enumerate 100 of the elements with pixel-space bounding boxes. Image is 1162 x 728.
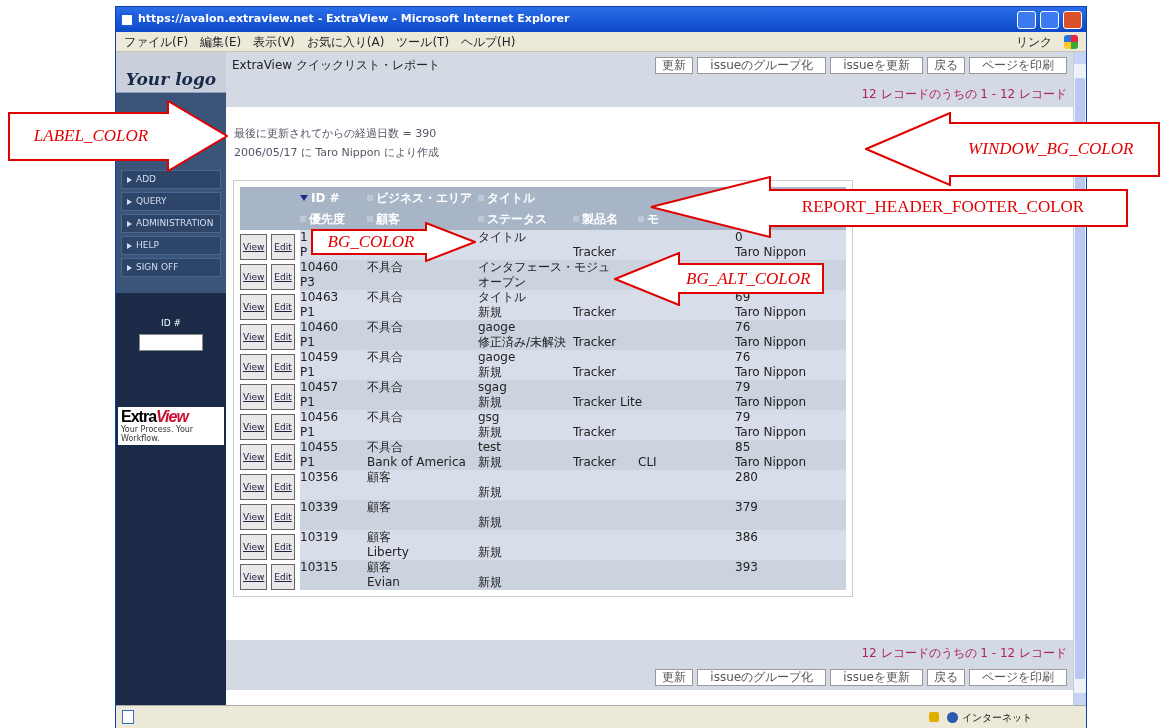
table-cell: P (300, 245, 308, 259)
toolbar-button[interactable]: issueのグループ化 (697, 669, 827, 686)
table-cell: 修正済み/未解決 (478, 335, 567, 349)
sidebar-item[interactable]: HELP (121, 236, 221, 255)
sidebar-item[interactable]: QUERY (121, 192, 221, 211)
info-text: 最後に更新されてからの経過日数 = 390 (234, 127, 437, 140)
menu-item[interactable]: ヘルプ(H) (461, 32, 516, 51)
sidebar-item[interactable]: ADD (121, 170, 221, 189)
menu-item[interactable]: 編集(E) (200, 32, 242, 51)
row-action-button[interactable]: Edit (271, 294, 295, 320)
row-action-button[interactable]: Edit (271, 354, 295, 380)
table-cell: タイトル (478, 290, 526, 304)
triangle-icon (127, 264, 132, 271)
record-count: 12 レコードのうちの 1 - 12 レコード (861, 86, 1067, 103)
row-action-button[interactable]: View (240, 564, 268, 590)
table-cell: P3 (300, 275, 315, 289)
table-cell: 10457 (300, 380, 339, 394)
table-cell: 新規 (478, 485, 502, 499)
table-cell: 10339 (300, 500, 339, 514)
row-action-button[interactable]: Edit (271, 264, 295, 290)
maximize-button[interactable] (1040, 10, 1059, 29)
row-action-button[interactable]: Edit (271, 474, 295, 500)
table-cell: 不具合 (367, 320, 403, 334)
triangle-icon (127, 176, 132, 183)
table-cell: 10460 (300, 260, 339, 274)
sidebar-item[interactable]: ADMINISTRATION (121, 214, 221, 233)
table-cell: 79 (735, 380, 751, 394)
table-cell: 新規 (478, 515, 502, 529)
row-action-button[interactable]: Edit (271, 234, 295, 260)
row-action-button[interactable]: Edit (271, 324, 295, 350)
row-action-button[interactable]: Edit (271, 534, 295, 560)
table-cell: 10460 (300, 320, 339, 334)
toolbar-button[interactable]: issueを更新 (830, 56, 923, 74)
table-cell: P1 (300, 395, 315, 409)
row-action-button[interactable]: View (240, 354, 268, 380)
table-cell: P1 (300, 365, 315, 379)
table-cell: Tracker (573, 305, 617, 319)
row-action-button[interactable]: View (240, 504, 268, 530)
table-cell: Tracker (573, 455, 617, 469)
table-cell: CLI (638, 455, 657, 469)
row-action-button[interactable]: View (240, 444, 268, 470)
row-action-button[interactable]: Edit (271, 564, 295, 590)
table-cell: 新規 (478, 305, 502, 319)
table-cell: 新規 (478, 395, 502, 409)
table-cell: 新規 (478, 455, 502, 469)
row-action-button[interactable]: View (240, 324, 268, 350)
brand-name: ExtraView (121, 408, 191, 425)
toolbar-button[interactable]: ページを印刷 (969, 56, 1067, 74)
table-cell: 不具合 (367, 380, 403, 394)
close-button[interactable] (1063, 10, 1082, 29)
toolbar-button[interactable]: issueのグループ化 (697, 56, 827, 74)
sidebar-item[interactable]: SIGN OFF (121, 258, 221, 277)
menu-item[interactable]: 表示(V) (253, 32, 295, 51)
toolbar-button[interactable]: 戻る (927, 56, 965, 74)
row-action-button[interactable]: View (240, 264, 268, 290)
table-cell: gaoge (478, 350, 516, 364)
table-cell: 10455 (300, 440, 339, 454)
toolbar-button[interactable]: ページを印刷 (969, 669, 1067, 686)
links-label[interactable]: リンク (1016, 32, 1052, 51)
menu-item[interactable]: ファイル(F) (124, 32, 189, 51)
table-cell: オープン (478, 275, 526, 289)
row-action-button[interactable]: Edit (271, 414, 295, 440)
info-text: 2006/05/17 に Taro Nippon により作成 (234, 146, 439, 159)
row-action-button[interactable]: Edit (271, 444, 295, 470)
table-cell: Liberty (367, 545, 409, 559)
toolbar-button[interactable]: 更新 (655, 56, 694, 74)
table-cell: Tracker Lite (573, 395, 643, 409)
toolbar-button[interactable]: 更新 (655, 669, 694, 686)
table-cell: タイトル (478, 230, 526, 244)
id-input-field[interactable] (139, 333, 203, 351)
table-cell: test (478, 440, 502, 454)
table-cell: 不具合 (367, 350, 403, 364)
table-cell: P1 (300, 425, 315, 439)
minimize-button[interactable] (1017, 10, 1036, 29)
callout-label: WINDOW_BG_COLOR (968, 138, 1134, 161)
row-action-button[interactable]: View (240, 294, 268, 320)
menu-item[interactable]: ツール(T) (396, 32, 450, 51)
row-action-button[interactable]: View (240, 384, 268, 410)
table-cell: 顧客 (367, 560, 391, 574)
callout-label: BG_ALT_COLOR (686, 268, 811, 291)
row-action-button[interactable]: View (240, 474, 268, 500)
menu-item[interactable]: お気に入り(A) (306, 32, 385, 51)
logo-text: Your (125, 67, 170, 91)
table-cell: 顧客 (367, 530, 391, 544)
table-cell: Taro Nippon (735, 335, 806, 349)
row-action-button[interactable]: Edit (271, 504, 295, 530)
table-cell: Tracker (573, 245, 617, 259)
table-cell: 不具合 (367, 290, 403, 304)
row-action-button[interactable]: View (240, 534, 268, 560)
toolbar-button[interactable]: issueを更新 (830, 669, 923, 686)
table-cell: 386 (735, 530, 758, 544)
triangle-icon (127, 242, 132, 249)
id-label: ID # (161, 317, 181, 330)
row-action-button[interactable]: View (240, 414, 268, 440)
table-cell: Bank of America (367, 455, 466, 469)
zone-label: インターネット (962, 710, 1032, 725)
toolbar-button[interactable]: 戻る (927, 669, 965, 686)
table-cell: 10459 (300, 350, 339, 364)
row-action-button[interactable]: Edit (271, 384, 295, 410)
row-action-button[interactable]: View (240, 234, 268, 260)
